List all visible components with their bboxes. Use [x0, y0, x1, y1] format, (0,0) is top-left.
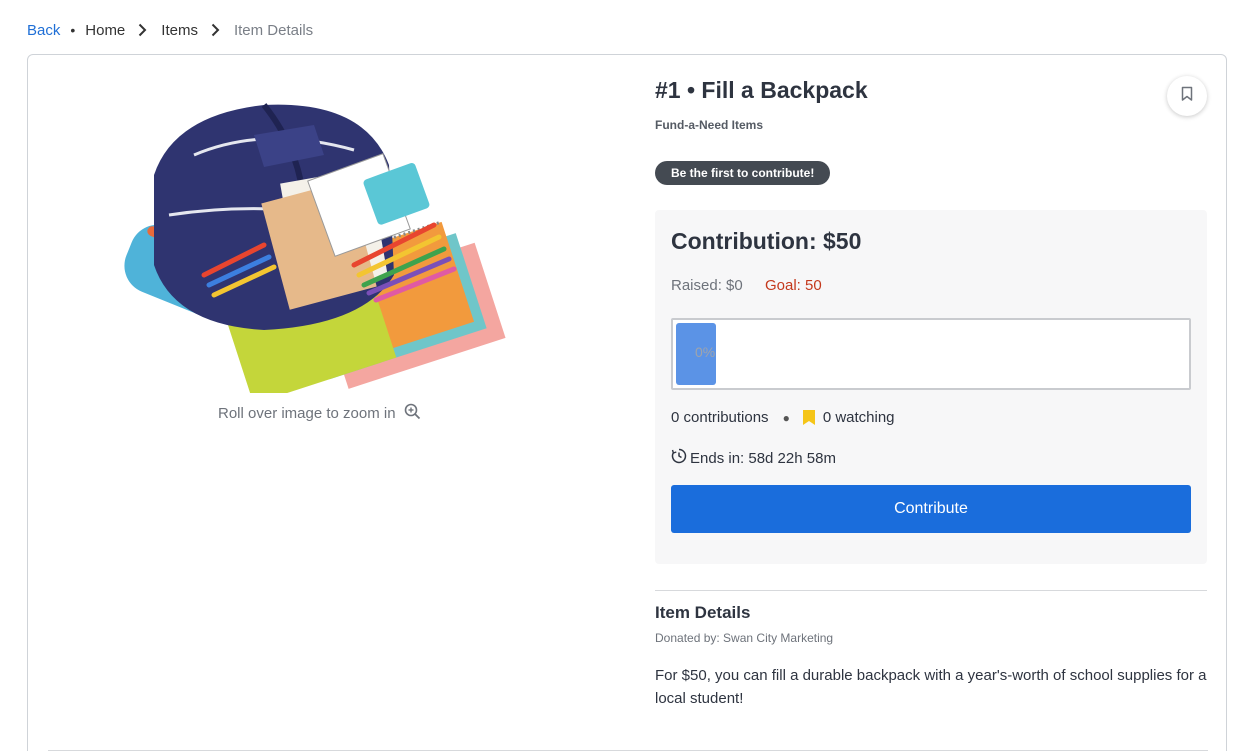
item-description: For $50, you can fill a durable backpack… — [655, 667, 1207, 707]
zoom-in-icon — [404, 403, 421, 424]
contribute-button[interactable]: Contribute — [671, 485, 1191, 533]
chevron-right-icon — [138, 23, 147, 37]
breadcrumb-current: Item Details — [233, 21, 314, 39]
zoom-hint: Roll over image to zoom in — [218, 403, 421, 424]
breadcrumb-separator-dot: • — [70, 22, 76, 38]
progress-bar: 0% — [671, 318, 1191, 390]
chevron-right-icon — [211, 23, 220, 37]
contributions-count: 0 contributions — [671, 409, 769, 426]
raised-amount: Raised: $0 — [671, 277, 743, 294]
item-image[interactable] — [114, 95, 546, 404]
watching-count: 0 watching — [822, 409, 895, 426]
back-link[interactable]: Back — [27, 22, 60, 39]
item-card: Roll over image to zoom in #1 • Fill a B… — [27, 54, 1227, 751]
item-stats: 0 contributions ● 0 watching — [671, 409, 895, 426]
time-remaining: Ends in: 58d 22h 58m — [671, 448, 836, 468]
item-details-heading: Item Details — [655, 603, 751, 622]
zoom-hint-text: Roll over image to zoom in — [218, 405, 396, 422]
item-title: #1 • Fill a Backpack — [655, 77, 868, 103]
section-divider — [655, 590, 1207, 591]
status-badge: Be the first to contribute! — [655, 161, 831, 185]
breadcrumb: Back • Home Items Item Details — [27, 19, 313, 41]
progress-label: 0% — [695, 344, 716, 360]
backpack-image — [124, 103, 506, 404]
breadcrumb-items[interactable]: Items — [161, 22, 198, 39]
bookmark-icon — [1181, 86, 1193, 107]
contribution-amount: Contribution: $50 — [671, 228, 862, 254]
breadcrumb-home[interactable]: Home — [85, 22, 125, 39]
timer-icon — [671, 448, 687, 468]
item-category: Fund-a-Need Items — [655, 118, 764, 132]
ends-in-text: Ends in: 58d 22h 58m — [690, 449, 836, 467]
contribution-panel: Contribution: $50 Raised: $0 Goal: 50 0%… — [655, 210, 1207, 564]
watching-bookmark-icon — [802, 410, 815, 425]
goal-amount: Goal: 50 — [765, 277, 822, 294]
bookmark-button[interactable] — [1167, 76, 1207, 116]
stats-separator-dot: ● — [782, 410, 790, 425]
donor-text: Donated by: Swan City Marketing — [655, 631, 834, 645]
